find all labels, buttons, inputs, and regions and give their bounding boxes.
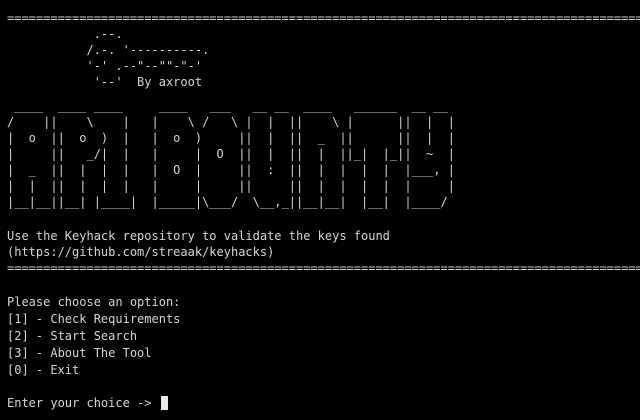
menu-option-about: [3] - About The Tool — [7, 346, 152, 360]
separator-top: ========================================… — [7, 11, 640, 25]
menu-prompt: Please choose an option: — [7, 295, 181, 309]
input-line[interactable]: Enter your choice -> — [7, 395, 168, 411]
menu-option-check-requirements: [1] - Check Requirements — [7, 312, 181, 326]
text-cursor — [160, 396, 168, 410]
info-line: Use the Keyhack repository to validate t… — [7, 229, 390, 243]
separator-bottom: ========================================… — [7, 261, 640, 275]
menu-option-start-search: [2] - Start Search — [7, 329, 138, 343]
terminal-window[interactable]: ========================================… — [0, 0, 640, 420]
menu-option-exit: [0] - Exit — [7, 363, 80, 377]
input-prompt: Enter your choice -> — [7, 396, 159, 410]
info-url: (https://github.com/streaak/keyhacks) — [7, 245, 275, 259]
api-bounty-banner: ____ ____ ____ ____ ___ __ __ ____ _____… — [7, 99, 455, 209]
key-ascii-art: .--. /.-. '----------. '-' .--"--""-"-' … — [86, 27, 210, 89]
